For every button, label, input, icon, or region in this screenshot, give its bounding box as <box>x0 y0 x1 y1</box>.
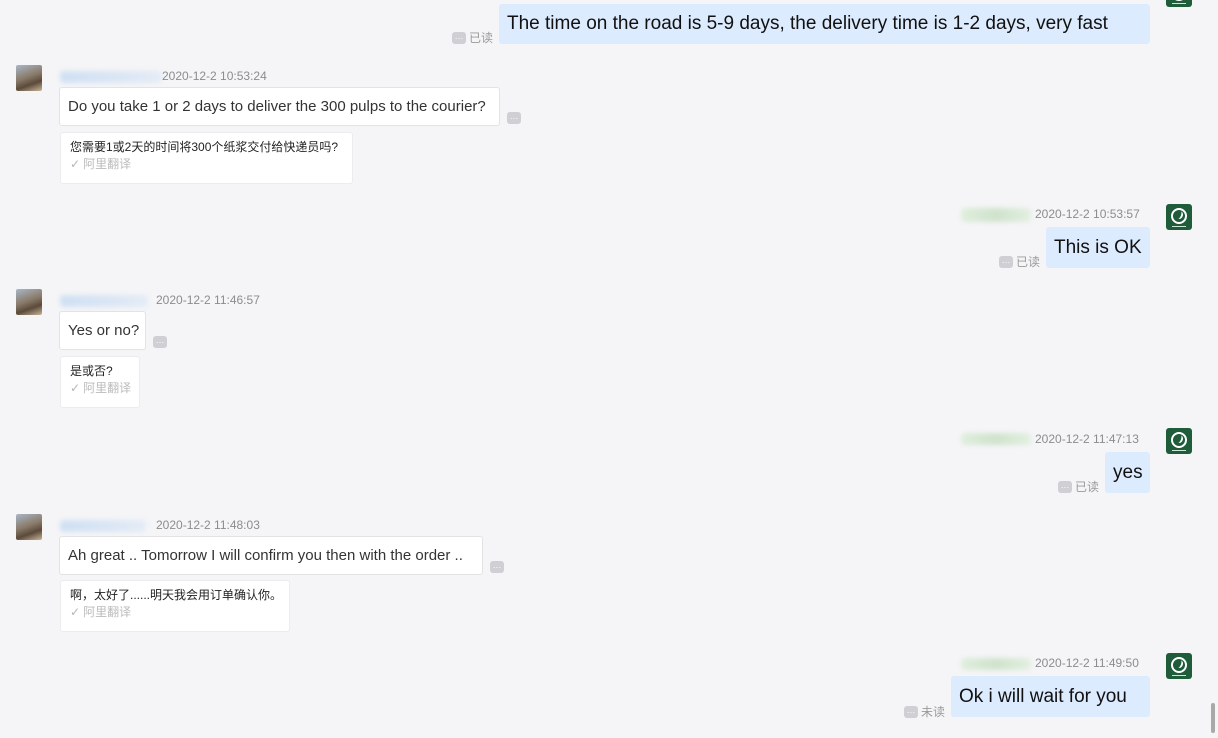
own-avatar[interactable] <box>1166 653 1192 679</box>
own-name <box>961 208 1031 222</box>
outgoing-message-bubble[interactable]: This is OK <box>1046 227 1150 268</box>
read-status: … 已读 <box>452 29 493 46</box>
translation-source: 阿里翻译 <box>83 157 132 171</box>
message-timestamp: 2020-12-2 11:48:03 <box>156 518 260 532</box>
ellipsis-icon[interactable]: … <box>490 561 504 573</box>
company-logo-icon <box>1171 656 1187 673</box>
message-text: Yes or no? <box>68 322 140 339</box>
ellipsis-icon[interactable]: … <box>904 705 918 718</box>
company-logo-icon <box>1171 0 1187 1</box>
translation-box: 您需要1或2天的时间将300个纸浆交付给快递员吗? ✓ 阿里翻译 <box>60 132 353 184</box>
message-text: Ah great .. Tomorrow I will confirm you … <box>68 547 463 564</box>
translation-source: 阿里翻译 <box>83 605 132 619</box>
incoming-message-bubble[interactable]: Do you take 1 or 2 days to deliver the 3… <box>59 87 500 126</box>
scrollbar-thumb[interactable] <box>1211 703 1215 733</box>
message-timestamp: 2020-12-2 11:49:50 <box>1035 656 1139 670</box>
message-text: yes <box>1113 461 1143 483</box>
checkmark-icon: ✓ <box>70 157 81 171</box>
customer-name <box>60 520 146 532</box>
translation-box: 是或否? ✓ 阿里翻译 <box>60 356 140 408</box>
customer-avatar[interactable] <box>16 65 42 91</box>
read-status: … 已读 <box>999 253 1040 270</box>
ellipsis-icon[interactable]: … <box>507 112 521 124</box>
own-avatar[interactable] <box>1166 0 1192 7</box>
message-timestamp: 2020-12-2 10:53:57 <box>1035 207 1140 221</box>
checkmark-icon: ✓ <box>70 605 81 619</box>
checkmark-icon: ✓ <box>70 381 81 395</box>
outgoing-message-bubble[interactable]: The time on the road is 5-9 days, the de… <box>499 4 1150 44</box>
message-timestamp: 2020-12-2 11:47:13 <box>1035 432 1139 446</box>
outgoing-message-bubble[interactable]: yes <box>1105 452 1150 493</box>
incoming-message-bubble[interactable]: Yes or no? <box>59 311 146 350</box>
ellipsis-icon[interactable]: … <box>999 255 1013 268</box>
ellipsis-icon[interactable]: … <box>1058 480 1072 493</box>
translation-text: 是或否? <box>70 364 113 378</box>
unread-status: … 未读 <box>904 703 945 720</box>
translation-box: 啊，太好了......明天我会用订单确认你。 ✓ 阿里翻译 <box>60 580 290 632</box>
message-text: The time on the road is 5-9 days, the de… <box>507 13 1108 34</box>
incoming-message-bubble[interactable]: Ah great .. Tomorrow I will confirm you … <box>59 536 483 575</box>
ellipsis-icon[interactable]: … <box>452 31 466 44</box>
message-text: This is OK <box>1054 236 1142 258</box>
read-status: … 已读 <box>1058 478 1099 495</box>
customer-avatar[interactable] <box>16 514 42 540</box>
own-avatar[interactable] <box>1166 428 1192 454</box>
translation-text: 啊，太好了......明天我会用订单确认你。 <box>70 588 283 602</box>
outgoing-message-bubble[interactable]: Ok i will wait for you <box>951 676 1150 717</box>
message-text: Do you take 1 or 2 days to deliver the 3… <box>68 98 486 115</box>
chat-history: The time on the road is 5-9 days, the de… <box>0 0 1206 738</box>
company-logo-icon <box>1171 207 1187 224</box>
customer-avatar[interactable] <box>16 289 42 315</box>
ellipsis-icon[interactable]: … <box>153 336 167 348</box>
customer-name <box>60 71 162 83</box>
customer-name <box>60 295 148 307</box>
message-timestamp: 2020-12-2 11:46:57 <box>156 293 260 307</box>
own-avatar[interactable] <box>1166 204 1192 230</box>
message-timestamp: 2020-12-2 10:53:24 <box>162 69 267 83</box>
message-text: Ok i will wait for you <box>959 685 1127 707</box>
translation-source: 阿里翻译 <box>83 381 132 395</box>
own-name <box>961 658 1031 670</box>
company-logo-icon <box>1171 431 1187 448</box>
own-name <box>961 433 1031 445</box>
vertical-scrollbar[interactable] <box>1206 0 1218 738</box>
translation-text: 您需要1或2天的时间将300个纸浆交付给快递员吗? <box>70 140 339 154</box>
